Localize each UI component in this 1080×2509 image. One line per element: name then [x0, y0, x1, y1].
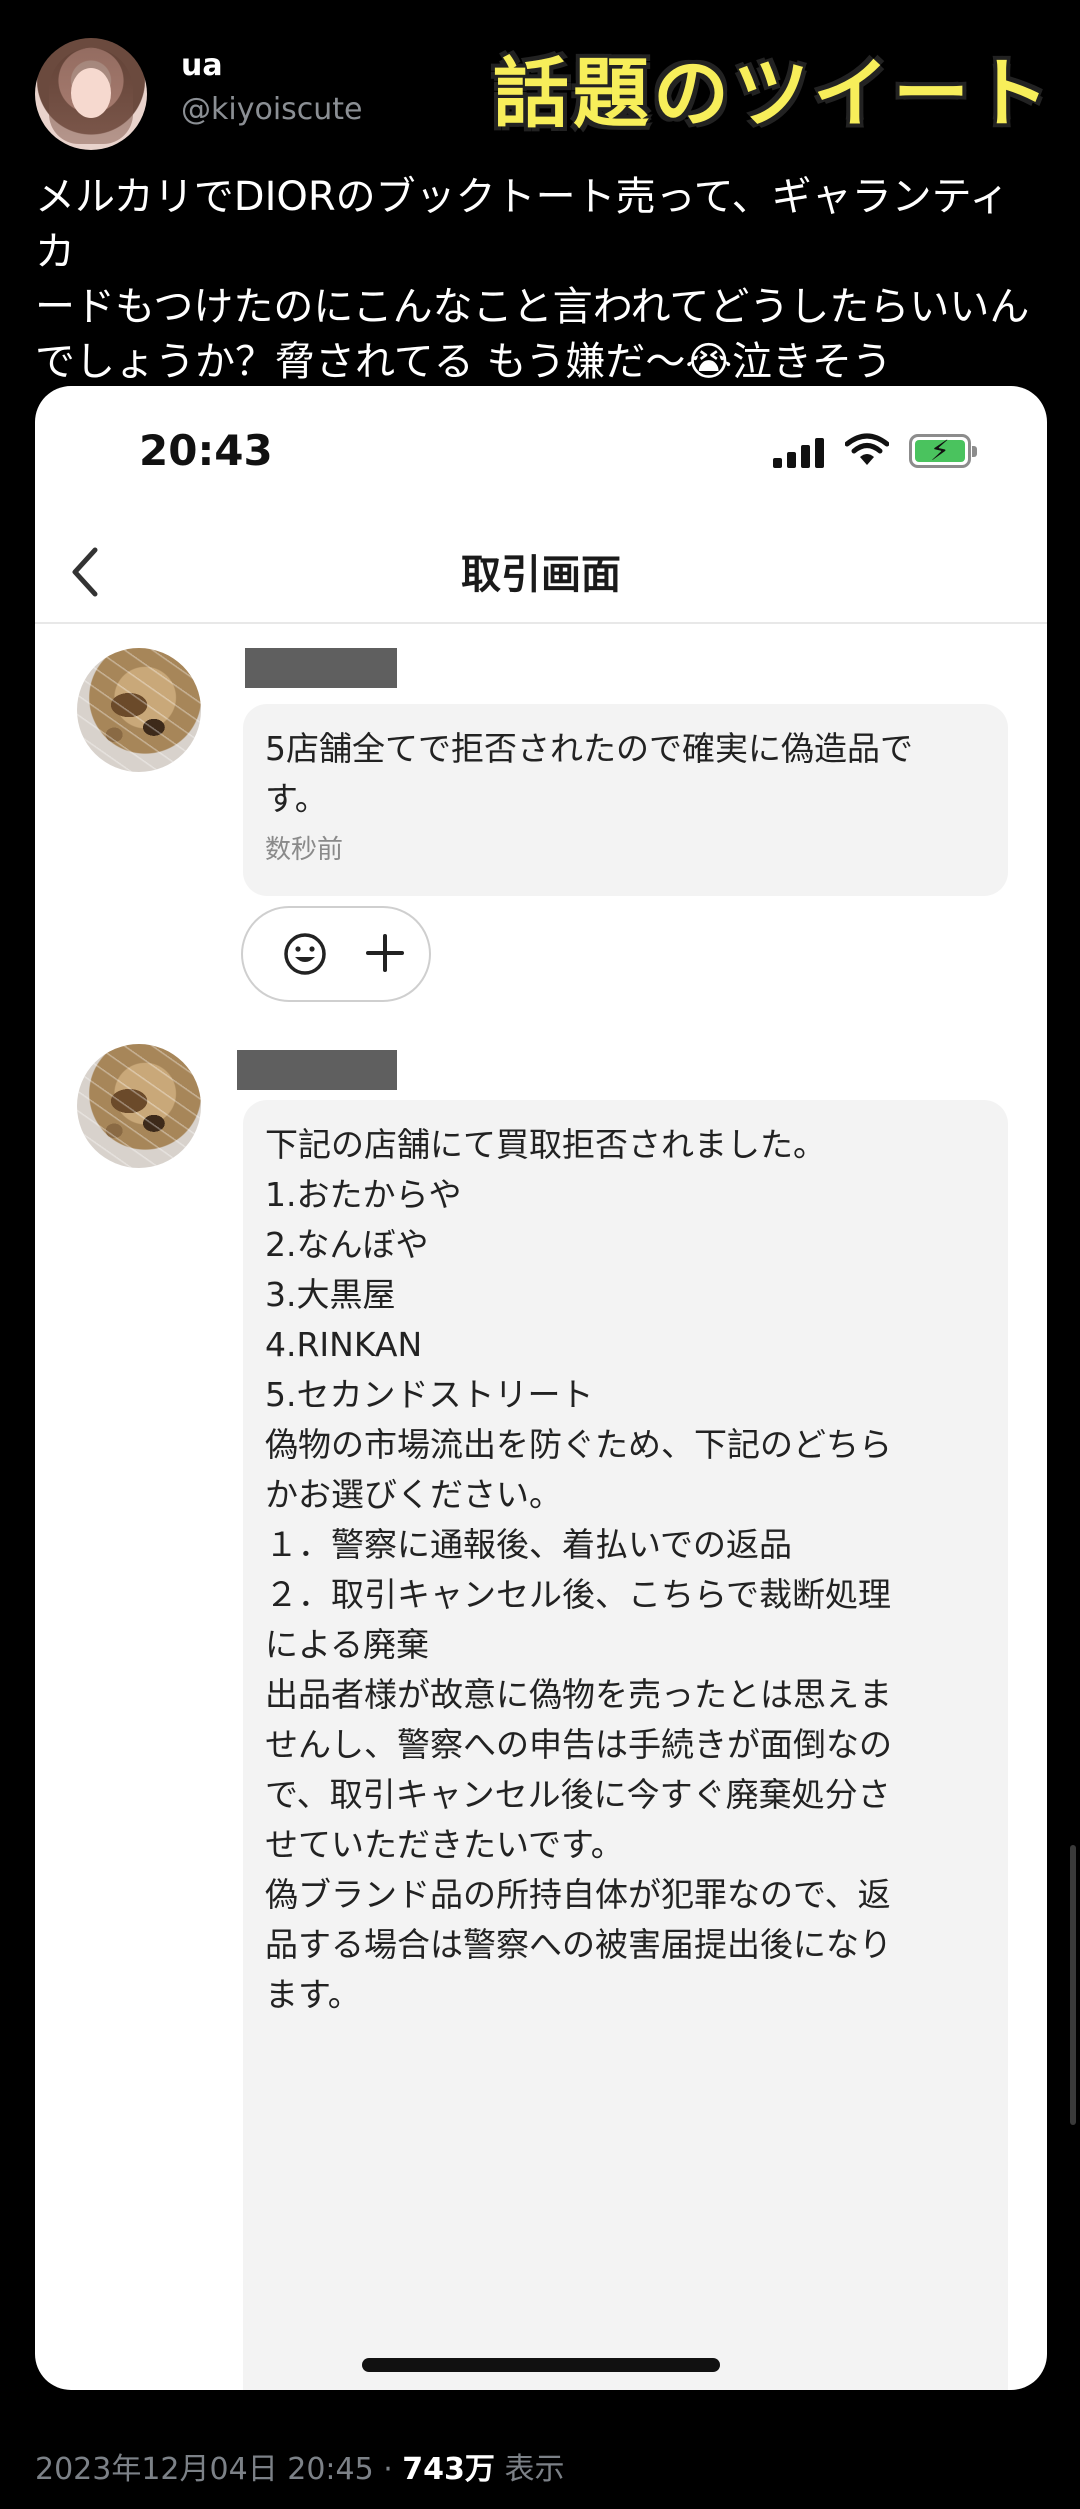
- tweet-meta: 2023年12月04日 20:45 · 743万 表示: [35, 2444, 564, 2488]
- message-line: す。: [265, 779, 328, 818]
- wifi-icon: [845, 433, 889, 465]
- message-line: 品する場合は警察への被害届提出後になり: [265, 1925, 892, 1964]
- sender-name-redacted: [237, 1050, 397, 1090]
- plus-icon[interactable]: [363, 930, 407, 976]
- reaction-button[interactable]: [241, 906, 431, 1002]
- tweet-text-line: メルカリでDIORのブックトート売って、ギャランティカ: [35, 174, 1010, 275]
- message-line: 偽ブランド品の所持自体が犯罪なので、返: [265, 1875, 891, 1914]
- meta-separator: ·: [373, 2452, 403, 2487]
- message-bubble: 5店舗全てで拒否されたので確実に偽造品で す。 数秒前: [243, 704, 1008, 896]
- tweet-text: メルカリでDIORのブックトート売って、ギャランティカ ードもつけたのにこんなこ…: [35, 170, 1045, 390]
- message-line: 2.なんぼや: [265, 1225, 429, 1264]
- message-line: １．警察に通報後、着払いでの返品: [265, 1525, 793, 1564]
- scrollbar[interactable]: [1070, 1845, 1076, 2125]
- nav-bar: 取引画面: [35, 516, 1047, 624]
- user-handle[interactable]: @kiyoiscute: [181, 92, 363, 127]
- smile-icon[interactable]: [283, 932, 327, 976]
- avatar-face: [71, 68, 111, 118]
- tweet-timestamp[interactable]: 2023年12月04日 20:45: [35, 2452, 374, 2487]
- sender-avatar[interactable]: [77, 1044, 201, 1168]
- message-line: 5.セカンドストリート: [265, 1375, 594, 1414]
- message-line: 下記の店舗にて買取拒否されました。: [265, 1125, 826, 1164]
- message-bubble: 下記の店舗にて買取拒否されました。 1.おたからや 2.なんぼや 3.大黒屋 4…: [243, 1100, 1008, 2390]
- message-line: 1.おたからや: [265, 1175, 462, 1214]
- message-line: による廃棄: [265, 1625, 430, 1664]
- tweet-text-line: でしょうか？脅されてる もう嫌だ〜😭泣きそう: [35, 339, 893, 385]
- message-line: 3.大黒屋: [265, 1275, 396, 1314]
- display-name[interactable]: ua: [181, 48, 223, 83]
- trending-banner: 話題のツイート: [493, 49, 1053, 138]
- home-indicator: [362, 2358, 720, 2372]
- sender-avatar[interactable]: [77, 648, 201, 772]
- tweet-header: ua @kiyoiscute 話題のツイート: [35, 38, 1049, 150]
- message-timestamp: 数秒前: [265, 835, 344, 865]
- user-avatar[interactable]: [35, 38, 147, 150]
- signal-icon: [773, 436, 827, 468]
- message-line: ２．取引キャンセル後、こちらで裁断処理: [265, 1575, 892, 1614]
- message-line: で、取引キャンセル後に今すぐ廃棄処分さ: [265, 1775, 891, 1814]
- status-bar-icons: ⚡: [773, 432, 993, 472]
- message-line: かお選びください。: [265, 1475, 562, 1514]
- message-line: ます。: [265, 1975, 361, 2014]
- status-bar-time: 20:43: [139, 426, 273, 475]
- message-line: せんし、警察への申告は手続きが面倒なの: [265, 1725, 892, 1764]
- attached-screenshot[interactable]: 20:43 ⚡ 取引画面 5店舗全てで拒否されたので確実に偽造品で す。 数秒前…: [35, 386, 1047, 2390]
- message-line: 偽物の市場流出を防ぐため、下記のどちら: [265, 1425, 892, 1464]
- tweet-text-line: ードもつけたのにこんなこと言われてどうしたらいいん: [35, 284, 1030, 330]
- battery-charging-icon: ⚡: [909, 434, 977, 468]
- message-line: 4.RINKAN: [265, 1325, 423, 1364]
- message-line: 出品者様が故意に偽物を売ったとは思えま: [265, 1675, 892, 1714]
- view-count[interactable]: 743万: [402, 2452, 495, 2487]
- message-line: せていただきたいです。: [265, 1825, 624, 1864]
- sender-name-redacted: [245, 648, 397, 688]
- nav-title: 取引画面: [461, 552, 621, 598]
- view-label: 表示: [494, 2452, 565, 2487]
- message-line: 5店舗全てで拒否されたので確実に偽造品で: [265, 729, 913, 768]
